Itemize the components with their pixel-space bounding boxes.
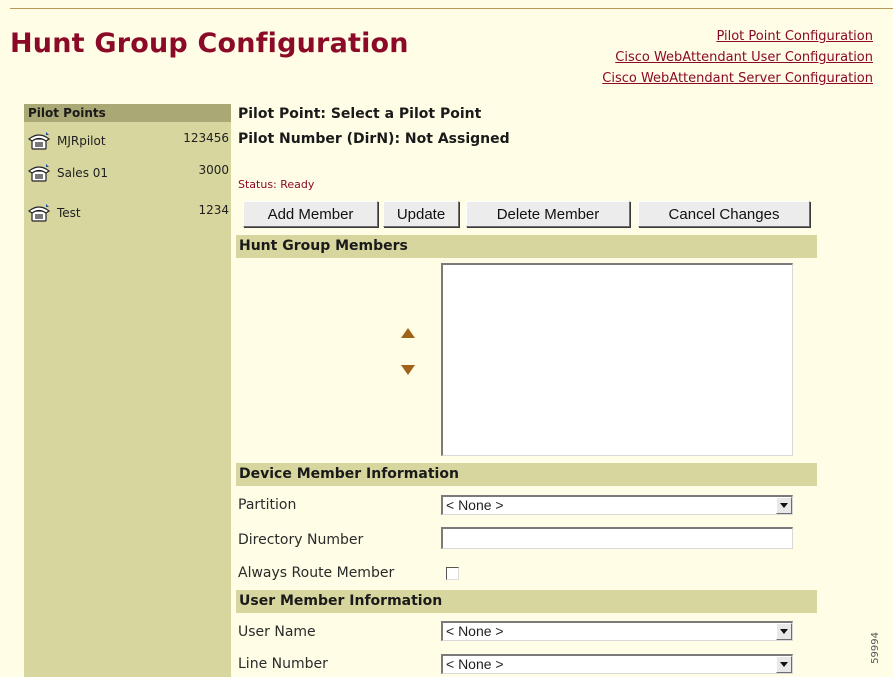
- user-name-value: < None >: [446, 623, 504, 639]
- user-name-select[interactable]: < None >: [441, 621, 793, 641]
- pilot-item-mjrpilot[interactable]: MJRpilot 123456: [24, 131, 231, 151]
- user-name-label: User Name: [238, 624, 316, 640]
- phone-icon: [27, 132, 51, 150]
- partition-label: Partition: [238, 497, 297, 513]
- cancel-changes-button[interactable]: Cancel Changes: [638, 201, 810, 227]
- add-member-button[interactable]: Add Member: [243, 201, 378, 227]
- delete-member-button[interactable]: Delete Member: [466, 201, 630, 227]
- pilot-number: 1234: [198, 203, 229, 217]
- always-route-label: Always Route Member: [238, 565, 395, 581]
- pilot-name: Test: [57, 206, 81, 220]
- pilot-item-test[interactable]: Test 1234: [24, 203, 231, 223]
- chevron-down-icon[interactable]: [776, 656, 792, 673]
- sidebar-heading: Pilot Points: [24, 104, 231, 122]
- line-number-label: Line Number: [238, 656, 328, 672]
- phone-icon: [27, 164, 51, 182]
- pilot-name: Sales 01: [57, 166, 109, 180]
- main-panel: Pilot Point: Select a Pilot Point Pilot …: [236, 0, 876, 677]
- status-text: Status: Ready: [238, 178, 315, 191]
- user-member-info-header: User Member Information: [236, 590, 817, 613]
- hunt-group-members-header: Hunt Group Members: [236, 235, 817, 258]
- partition-value: < None >: [446, 497, 504, 513]
- pilot-point-label: Pilot Point: Select a Pilot Point: [238, 106, 482, 122]
- figure-id: 59994: [870, 632, 881, 664]
- pilot-number: 123456: [183, 131, 229, 145]
- directory-number-label: Directory Number: [238, 532, 364, 548]
- pilot-name: MJRpilot: [57, 134, 106, 148]
- members-listbox[interactable]: [441, 263, 793, 456]
- pilot-number: 3000: [198, 163, 229, 177]
- device-member-info-header: Device Member Information: [236, 463, 817, 486]
- line-number-value: < None >: [446, 656, 504, 672]
- pilot-number-label: Pilot Number (DirN): Not Assigned: [238, 131, 510, 147]
- pilot-item-sales-01[interactable]: Sales 01 3000: [24, 163, 231, 183]
- phone-icon: [27, 204, 51, 222]
- always-route-checkbox[interactable]: [446, 567, 459, 580]
- move-down-icon[interactable]: [401, 365, 415, 375]
- update-button[interactable]: Update: [383, 201, 459, 227]
- move-up-icon[interactable]: [401, 328, 415, 338]
- chevron-down-icon[interactable]: [776, 497, 792, 514]
- pilot-points-sidebar: Pilot Points MJRpilot 123456 Sales 01 30…: [24, 104, 231, 677]
- directory-number-input[interactable]: [441, 527, 793, 549]
- chevron-down-icon[interactable]: [776, 623, 792, 640]
- line-number-select[interactable]: < None >: [441, 654, 793, 674]
- partition-select[interactable]: < None >: [441, 495, 793, 515]
